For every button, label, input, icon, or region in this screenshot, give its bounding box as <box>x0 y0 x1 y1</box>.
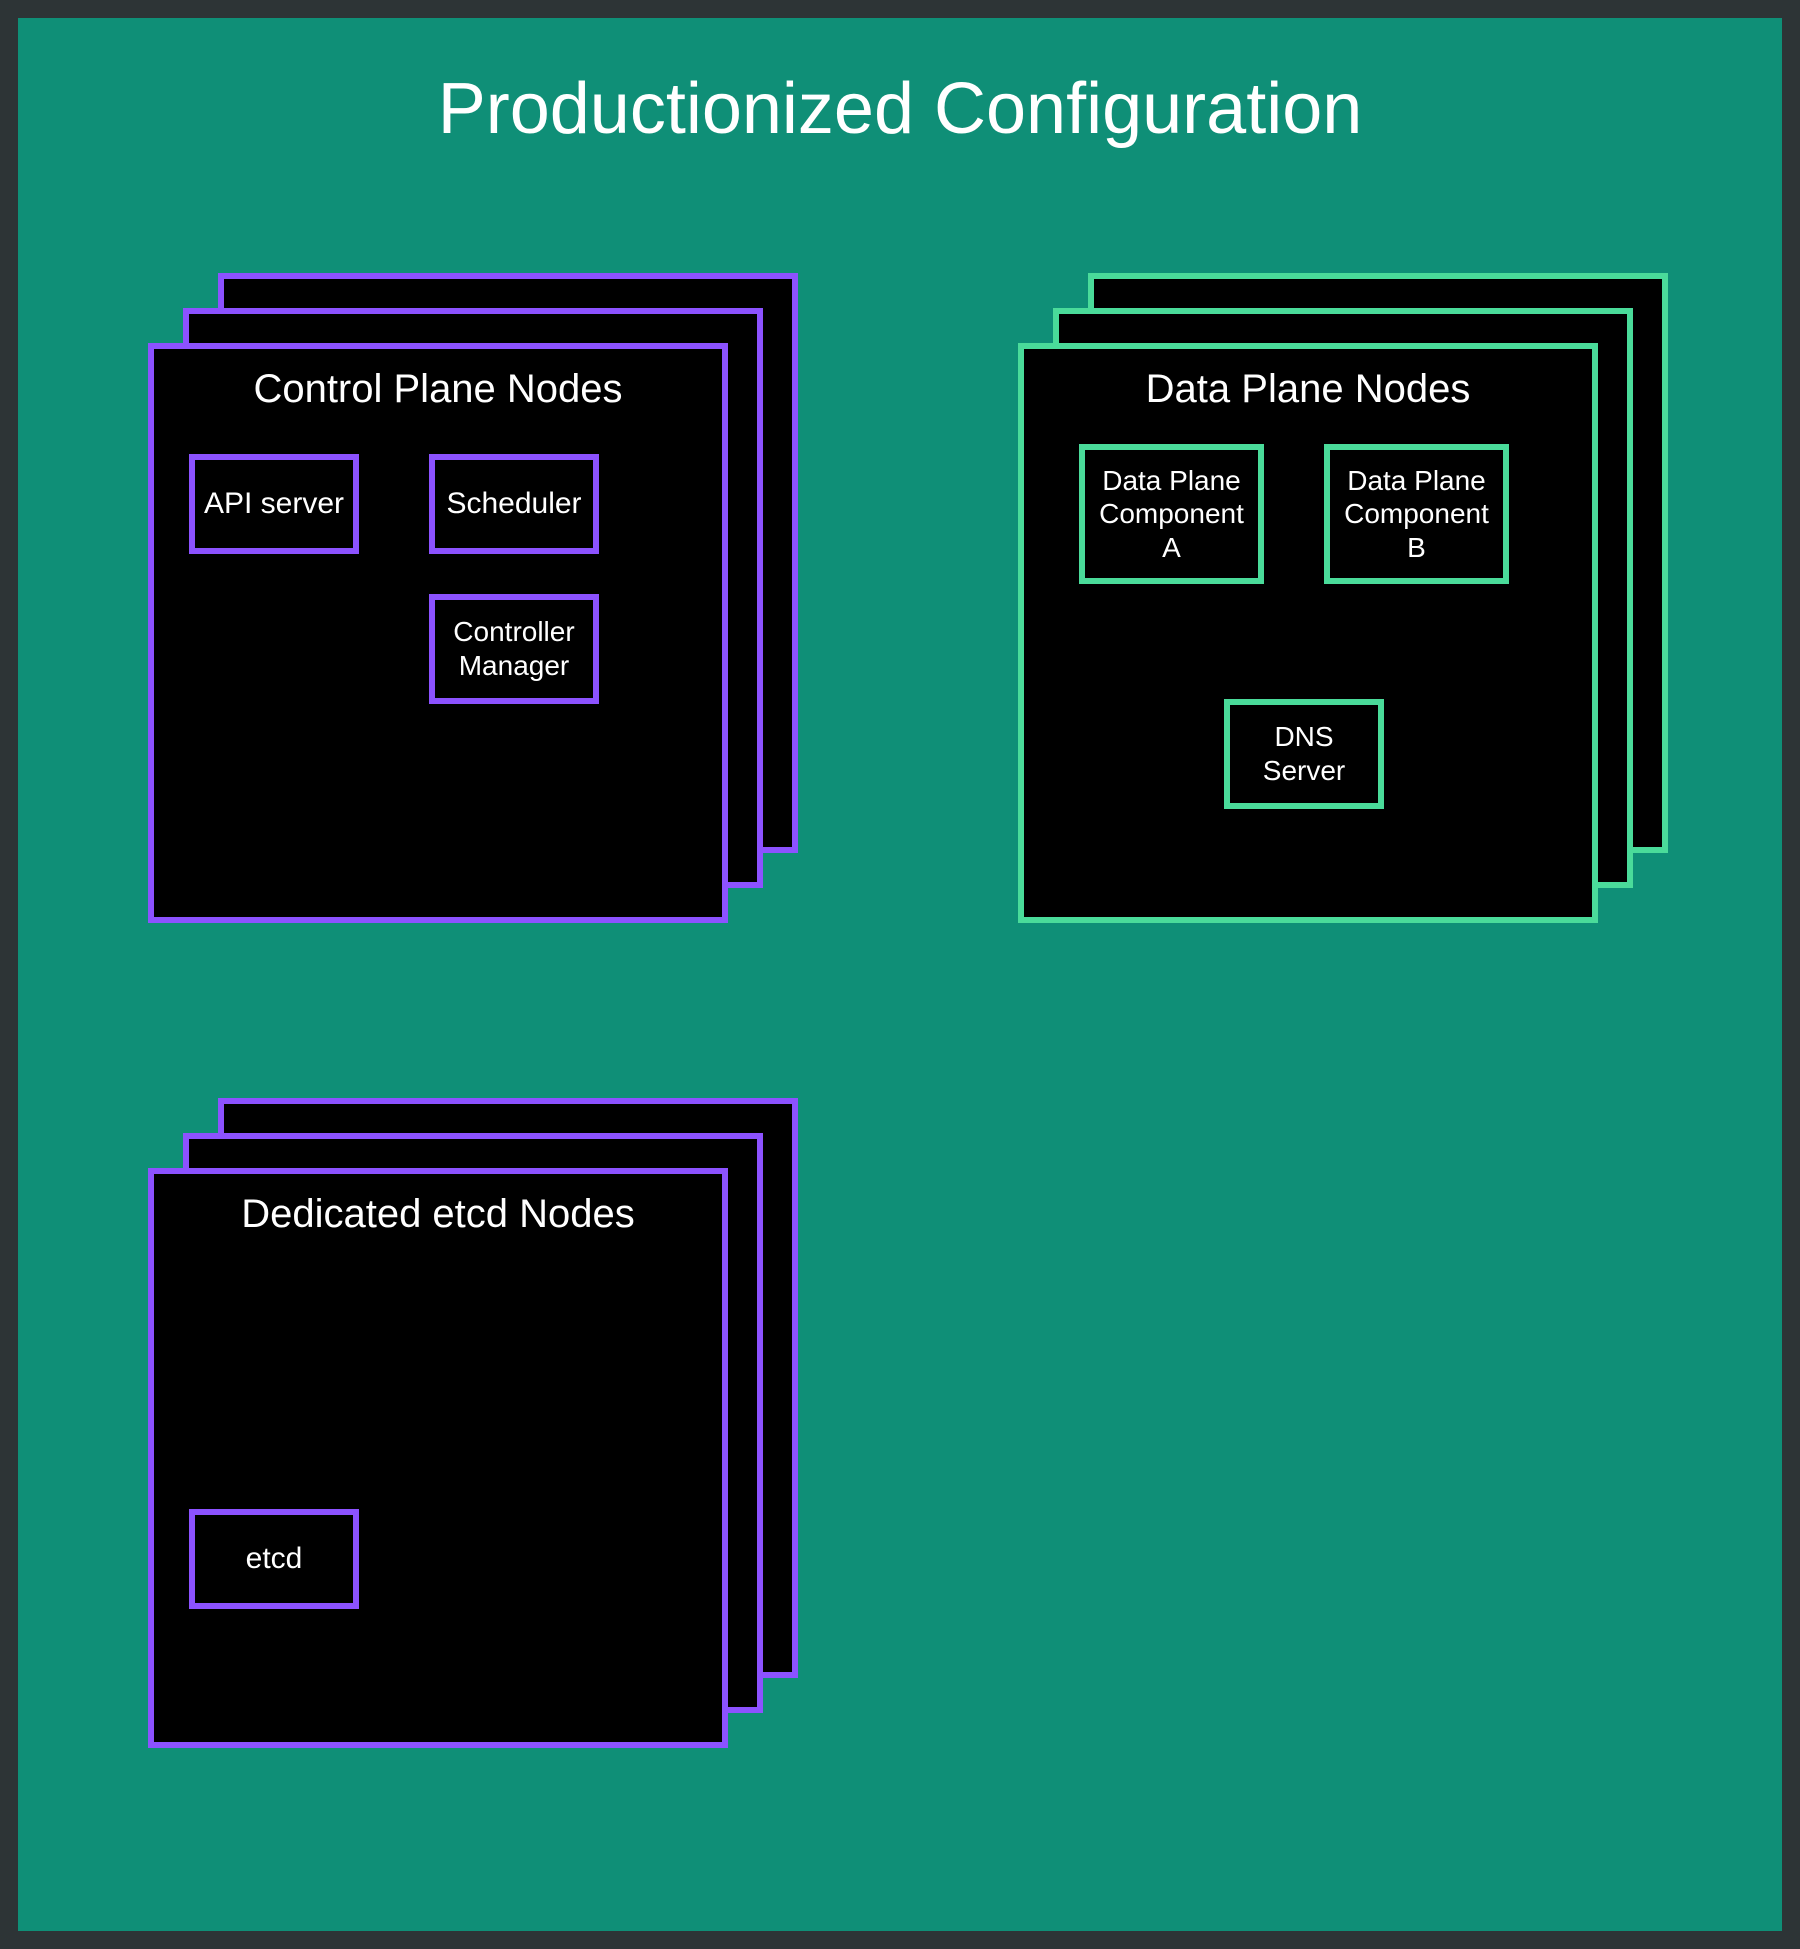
component-a-box: Data Plane Component A <box>1079 444 1264 584</box>
api-server-box: API server <box>189 454 359 554</box>
diagram-frame: Productionized Configuration Control Pla… <box>18 18 1782 1931</box>
etcd-title: Dedicated etcd Nodes <box>154 1174 722 1237</box>
dns-server-box: DNS Server <box>1224 699 1384 809</box>
control-plane-stack: Control Plane Nodes API server Scheduler… <box>148 273 798 923</box>
canvas: Productionized Configuration Control Pla… <box>0 0 1800 1949</box>
component-b-box: Data Plane Component B <box>1324 444 1509 584</box>
etcd-box: etcd <box>189 1509 359 1609</box>
controller-manager-label: Controller Manager <box>453 615 574 682</box>
control-plane-title: Control Plane Nodes <box>154 349 722 412</box>
etcd-card-front: Dedicated etcd Nodes etcd <box>148 1168 728 1748</box>
etcd-stack: Dedicated etcd Nodes etcd <box>148 1098 798 1748</box>
diagram-title: Productionized Configuration <box>18 68 1782 150</box>
scheduler-label: Scheduler <box>446 486 581 522</box>
data-plane-title: Data Plane Nodes <box>1024 349 1592 412</box>
dns-server-label: DNS Server <box>1263 720 1345 787</box>
scheduler-box: Scheduler <box>429 454 599 554</box>
component-a-label: Data Plane Component A <box>1099 464 1244 565</box>
etcd-label: etcd <box>246 1541 303 1577</box>
data-plane-card-front: Data Plane Nodes Data Plane Component A … <box>1018 343 1598 923</box>
controller-manager-box: Controller Manager <box>429 594 599 704</box>
data-plane-stack: Data Plane Nodes Data Plane Component A … <box>1018 273 1668 923</box>
api-server-label: API server <box>204 486 344 522</box>
control-plane-card-front: Control Plane Nodes API server Scheduler… <box>148 343 728 923</box>
component-b-label: Data Plane Component B <box>1344 464 1489 565</box>
